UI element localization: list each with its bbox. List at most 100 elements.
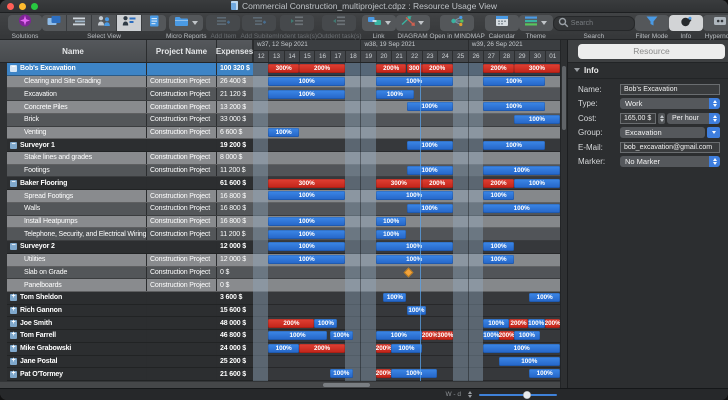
solutions-button[interactable] — [8, 15, 42, 31]
table-row[interactable]: BrickConstruction Project33 000 $ — [0, 114, 253, 127]
text-input[interactable]: Bob's Excavation — [620, 84, 720, 95]
hypernote-button[interactable] — [703, 15, 728, 31]
theme-button[interactable] — [519, 15, 553, 31]
table-row[interactable]: +Tom Farrell46 800 $ — [0, 330, 253, 343]
collapse-icon[interactable]: − — [10, 65, 17, 72]
chevron-down-icon[interactable] — [385, 21, 391, 25]
search-input[interactable]: Search — [553, 16, 635, 31]
gantt-bar[interactable]: 100% — [330, 369, 353, 378]
chart-row[interactable]: 100% — [253, 127, 560, 140]
table-row[interactable]: Concrete PilesConstruction Project13 200… — [0, 101, 253, 114]
gantt-bar[interactable]: 100% — [529, 293, 560, 302]
dropdown-select[interactable]: Work — [620, 98, 720, 109]
vertical-scrollbar-thumb[interactable] — [562, 66, 566, 130]
horizontal-scrollbar[interactable] — [0, 381, 560, 388]
gantt-bar[interactable]: 100% — [407, 306, 427, 315]
gantt-bar[interactable]: 100% — [376, 90, 414, 99]
gantt-bar[interactable]: 200% — [268, 319, 314, 328]
table-row[interactable]: +Tom Sheldon3 600 $ — [0, 292, 253, 305]
gantt-bar[interactable]: 200% — [376, 369, 391, 378]
gantt-bar[interactable]: 100% — [407, 166, 453, 175]
gantt-bar[interactable]: 200% — [422, 64, 453, 73]
chart-row[interactable]: 100%100% — [253, 228, 560, 241]
table-row[interactable]: VentingConstruction Project6 600 $ — [0, 127, 253, 140]
gantt-bar[interactable]: 200% — [483, 64, 514, 73]
chart-row[interactable]: 300%200%200%300200%200%300% — [253, 63, 560, 76]
chart-row[interactable]: 100%100%100% — [253, 241, 560, 254]
combo-dropdown-button[interactable] — [707, 127, 720, 138]
column-header-name[interactable]: Name — [0, 40, 147, 63]
filter-mode-button[interactable] — [635, 15, 669, 31]
chart-row[interactable] — [253, 279, 560, 292]
resources-view-button[interactable] — [92, 15, 117, 31]
cost-unit-select[interactable]: Per hour — [667, 113, 720, 124]
gantt-bar[interactable]: 100% — [483, 166, 560, 175]
dropdown-stepper-icon[interactable] — [709, 156, 720, 167]
chart-row[interactable]: 100%100% — [253, 88, 560, 101]
gantt-bar[interactable]: 100% — [376, 230, 407, 239]
chart-row[interactable]: 100%100% — [253, 139, 560, 152]
gantt-bar[interactable]: 100% — [383, 293, 406, 302]
gantt-bar[interactable]: 100% — [268, 217, 345, 226]
chart-row[interactable] — [253, 267, 560, 280]
table-row[interactable]: +Joe Smith48 000 $ — [0, 317, 253, 330]
gantt-bar[interactable]: 100% — [483, 242, 514, 251]
table-row[interactable]: +Rich Gannon15 600 $ — [0, 305, 253, 318]
chart-row[interactable]: 100%200%100%100% — [253, 368, 560, 381]
gantt-bar[interactable]: 200% — [509, 319, 527, 328]
gantt-bar[interactable]: 100% — [483, 204, 560, 213]
text-input[interactable]: bob_excavation@gmail.com — [620, 142, 720, 153]
gantt-bar[interactable]: 200% — [422, 331, 437, 340]
gantt-bar[interactable]: 100% — [314, 319, 337, 328]
table-row[interactable]: UtilitiesConstruction Project12 000 $ — [0, 254, 253, 267]
gantt-bar[interactable]: 100% — [514, 115, 560, 124]
gantt-bar[interactable]: 100% — [483, 102, 544, 111]
gantt-bar[interactable]: 100% — [407, 141, 453, 150]
table-row[interactable]: Stake lines and gradesConstruction Proje… — [0, 152, 253, 165]
vertical-scrollbar[interactable] — [560, 40, 567, 388]
gantt-bar[interactable]: 200% — [299, 64, 345, 73]
collapse-icon[interactable]: − — [10, 243, 17, 250]
table-row[interactable]: −Surveyor 119 200 $ — [0, 139, 253, 152]
resource-usage-view-button[interactable] — [117, 15, 142, 31]
chart-row[interactable]: 100%200%200%100%100% — [253, 343, 560, 356]
document-view-button[interactable] — [142, 15, 166, 31]
chart-row[interactable]: 300%300%200%200%100% — [253, 177, 560, 190]
chart-row[interactable]: 100%100%100% — [253, 190, 560, 203]
gantt-bar[interactable]: 200% — [483, 179, 514, 188]
gantt-bar[interactable]: 100% — [376, 331, 422, 340]
milestone-diamond[interactable] — [403, 268, 413, 278]
timescale-slider-knob[interactable] — [524, 391, 531, 398]
gantt-bar[interactable]: 100% — [514, 331, 540, 340]
gantt-bar[interactable]: 100% — [483, 331, 498, 340]
info-button[interactable] — [669, 15, 703, 31]
gantt-bar[interactable]: 100% — [483, 344, 560, 353]
horizontal-scrollbar-thumb[interactable] — [323, 383, 370, 387]
table-row[interactable]: FootingsConstruction Project11 200 $ — [0, 165, 253, 178]
chevron-down-icon[interactable] — [418, 21, 424, 25]
gantt-bar[interactable]: 100% — [268, 242, 345, 251]
gantt-bar[interactable]: 100% — [268, 77, 345, 86]
expand-icon[interactable]: + — [10, 294, 17, 301]
chart-row[interactable]: 100% — [253, 114, 560, 127]
table-row[interactable]: Install HeatpumpsConstruction Project16 … — [0, 216, 253, 229]
gantt-bar[interactable]: 200% — [545, 319, 560, 328]
gantt-bar[interactable]: 100% — [391, 344, 422, 353]
chart-row[interactable]: 200%100%100%200%100%200% — [253, 317, 560, 330]
expand-icon[interactable]: + — [10, 332, 17, 339]
chart-row[interactable]: 100% — [253, 305, 560, 318]
chevron-down-icon[interactable] — [192, 21, 198, 25]
gantt-bar[interactable]: 100% — [268, 255, 345, 264]
gantt-bar[interactable]: 100% — [376, 255, 453, 264]
collapse-icon[interactable]: − — [10, 180, 17, 187]
table-row[interactable]: Slab on GradeConstruction Project0 $ — [0, 267, 253, 280]
table-row[interactable]: WallsConstruction Project16 800 $ — [0, 203, 253, 216]
gantt-bar[interactable]: 200% — [299, 344, 345, 353]
gantt-bar[interactable]: 200% — [422, 179, 453, 188]
gantt-bar[interactable]: 100% — [407, 204, 453, 213]
expand-icon[interactable]: + — [10, 358, 17, 365]
gantt-bar[interactable]: 100% — [528, 319, 545, 328]
gantt-bar[interactable]: 300% — [268, 179, 345, 188]
gantt-bar[interactable]: 100% — [268, 191, 345, 200]
info-section-header[interactable]: Info — [568, 63, 728, 79]
